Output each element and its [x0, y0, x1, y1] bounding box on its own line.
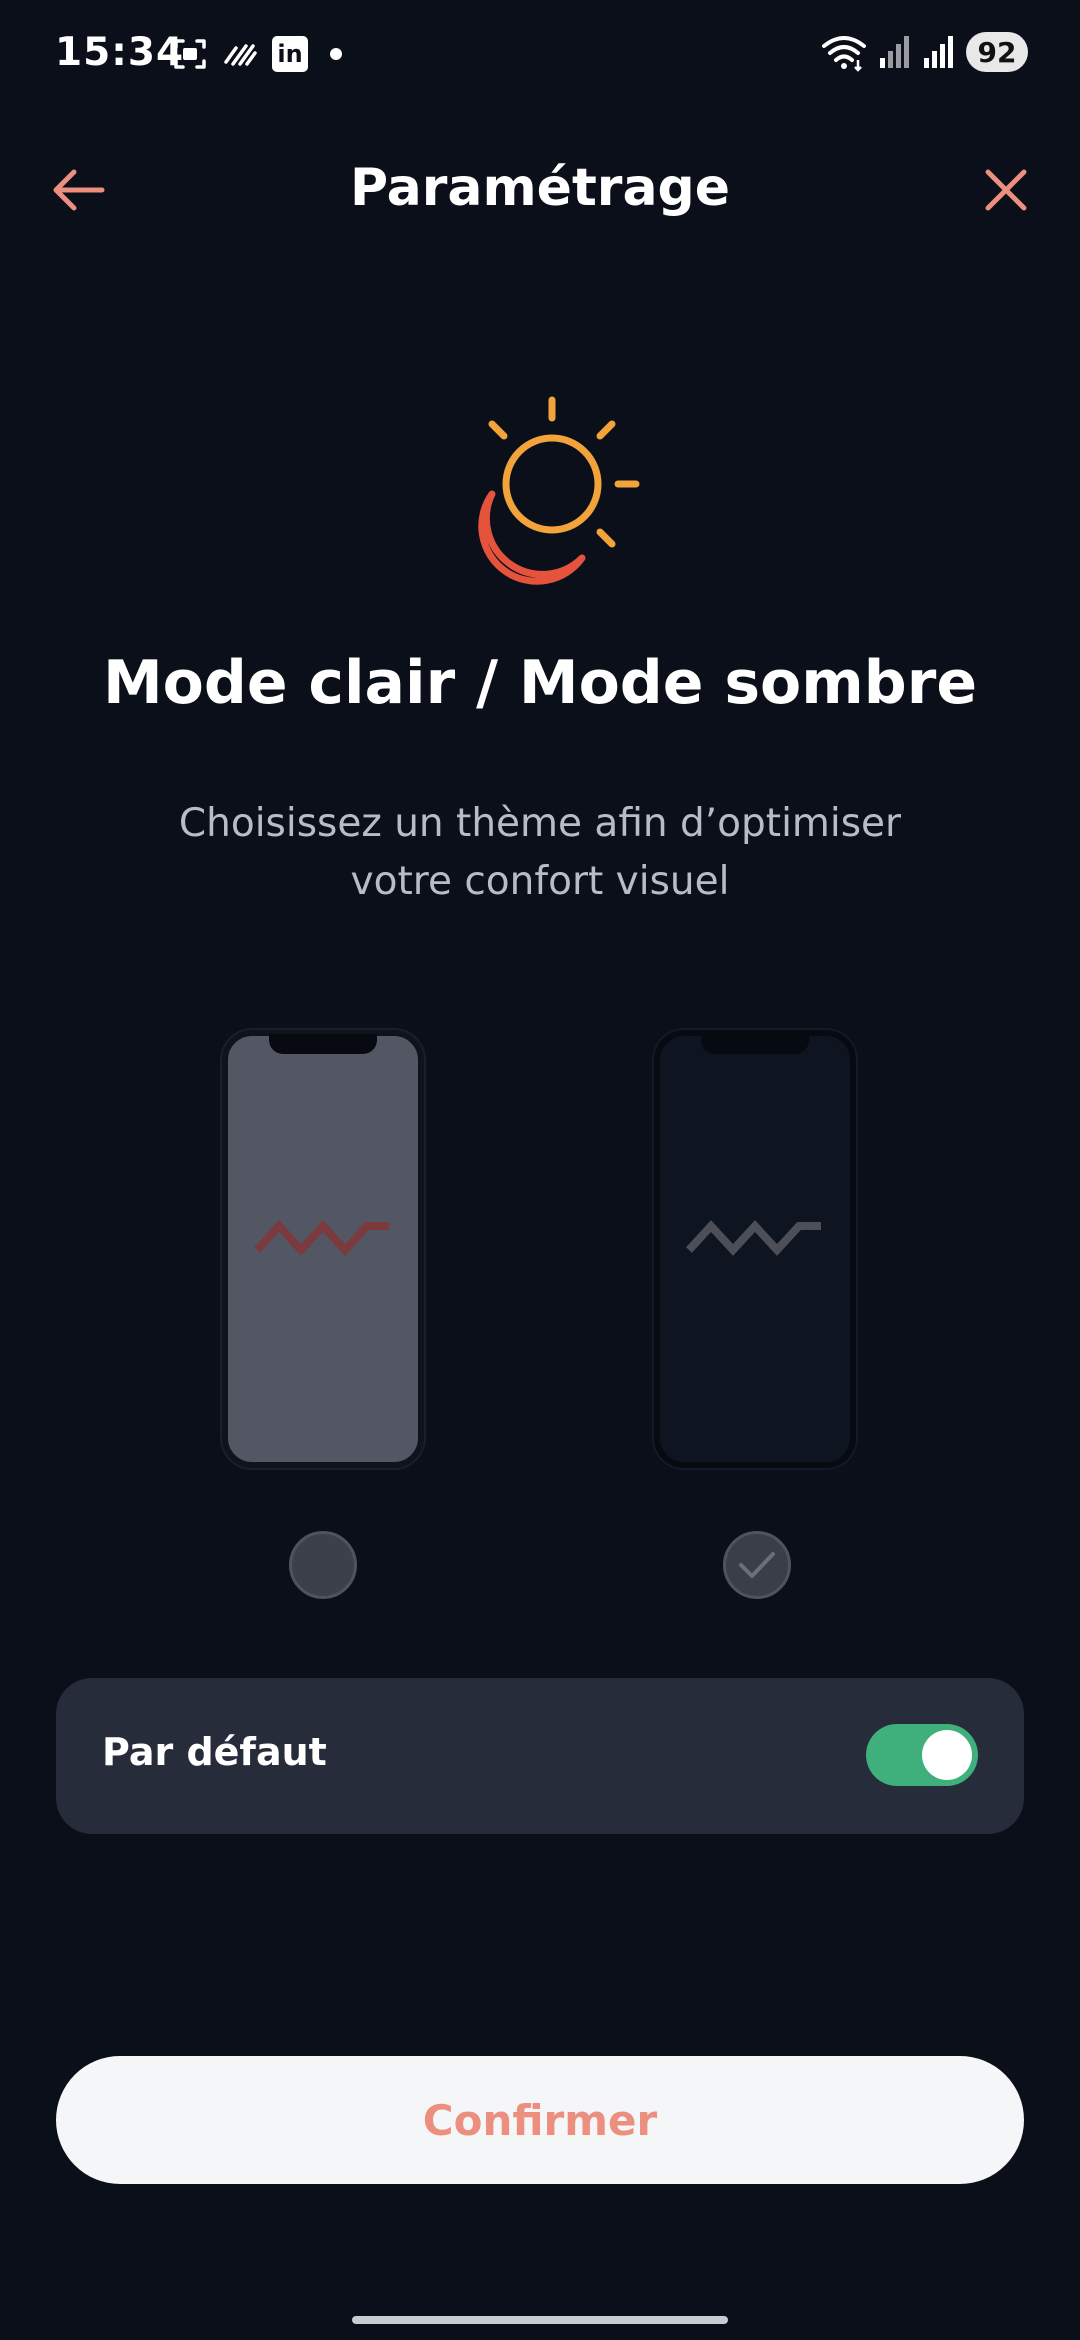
screenshot-icon	[174, 39, 206, 69]
toggle-knob	[922, 1730, 972, 1780]
more-notifications-dot-icon	[330, 48, 342, 60]
checkmark-icon	[739, 1552, 775, 1578]
close-button[interactable]	[972, 156, 1040, 224]
data-saver-icon	[224, 44, 257, 66]
light-theme-preview[interactable]	[222, 1030, 424, 1468]
light-theme-radio[interactable]	[289, 1531, 357, 1599]
status-time: 15:34	[55, 30, 185, 75]
phone-notch	[269, 1034, 377, 1054]
dark-theme-radio[interactable]	[723, 1531, 791, 1599]
default-label: Par défaut	[102, 1730, 327, 1774]
wifi-icon	[822, 36, 866, 72]
home-indicator[interactable]	[352, 2316, 728, 2324]
default-toggle[interactable]	[866, 1724, 978, 1786]
close-icon	[985, 169, 1027, 211]
theme-subtitle: Choisissez un thème afin d’optimiser vot…	[140, 795, 940, 911]
subtitle-line-1: Choisissez un thème afin d’optimiser	[178, 801, 902, 846]
signal-icon	[880, 36, 909, 68]
confirm-button[interactable]: Confirmer	[56, 2056, 1024, 2184]
brand-logo-icon	[686, 1220, 821, 1256]
linkedin-letter: in	[277, 40, 303, 68]
default-setting-card: Par défaut	[56, 1678, 1024, 1834]
brand-logo-icon	[254, 1220, 389, 1256]
dark-theme-preview[interactable]	[654, 1030, 856, 1468]
battery-indicator: 92	[966, 32, 1028, 72]
system-icons: 92	[820, 32, 1028, 72]
notification-icons: in	[172, 36, 342, 72]
page-title: Paramétrage	[349, 158, 731, 218]
theme-title: Mode clair / Mode sombre	[102, 648, 978, 718]
status-bar: 15:34 in 92	[0, 0, 1080, 112]
phone-notch	[701, 1034, 809, 1054]
sun-moon-icon	[478, 396, 640, 585]
settings-screen: 15:34 in 92 Paramétrage Mode clair / Mod…	[0, 0, 1080, 2340]
header: Paramétrage	[0, 150, 1080, 230]
signal-icon-2	[924, 36, 953, 68]
linkedin-icon: in	[272, 36, 308, 72]
subtitle-line-2: votre confort visuel	[350, 859, 730, 904]
